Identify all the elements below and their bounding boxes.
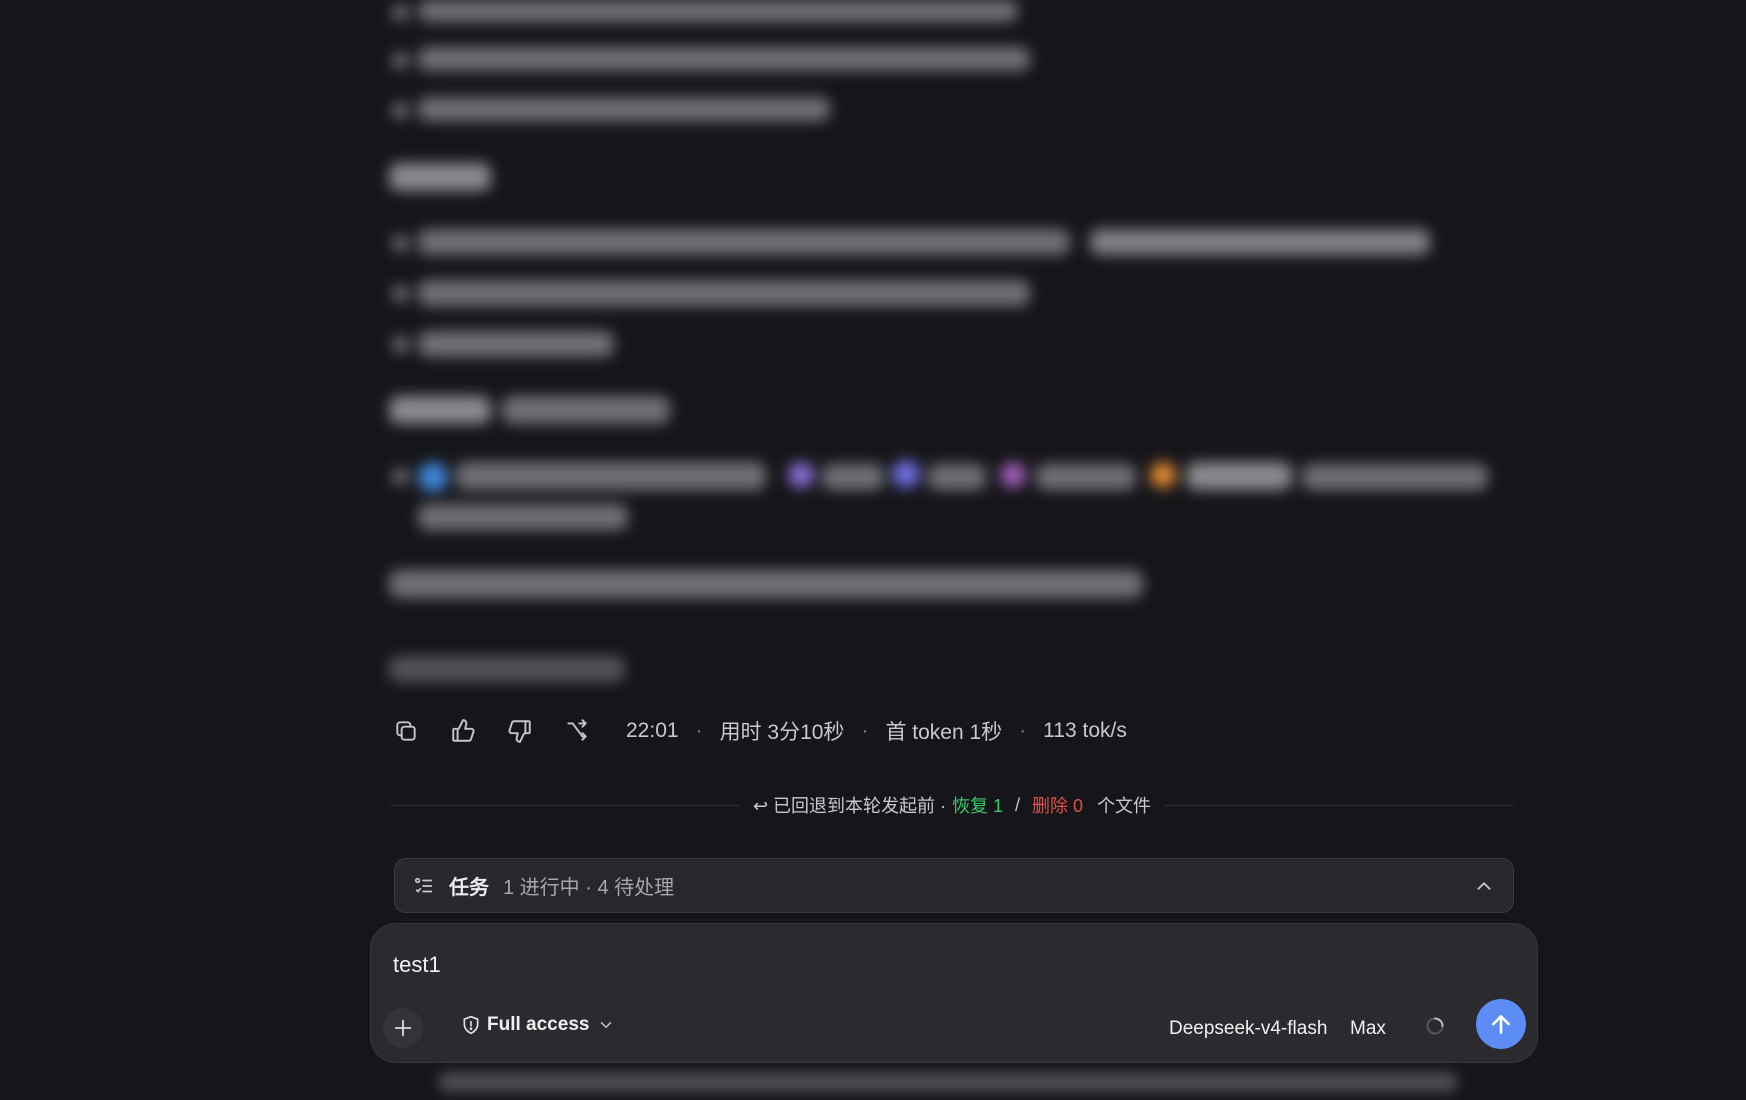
message-composer: test1 Full access Deepseek-v4-flash Max [370, 923, 1538, 1063]
stats-separator: · [695, 719, 703, 742]
first-token-time: 首 token 1秒 [885, 721, 1003, 744]
task-list-icon [414, 877, 433, 893]
branch-icon[interactable] [559, 713, 595, 749]
task-title: 任务 [449, 877, 489, 899]
message-input[interactable]: test1 [393, 952, 441, 978]
rollback-slash: / [1015, 794, 1021, 815]
divider [390, 804, 739, 806]
restore-count[interactable]: 恢复 1 [952, 792, 1003, 818]
message-action-bar: 22:01 · 用时 3分10秒 · 首 token 1秒 · 113 tok/… [388, 712, 1127, 750]
thumbs-up-icon[interactable] [445, 713, 481, 749]
chevron-down-icon [601, 1022, 612, 1029]
arrow-up-icon [1492, 1015, 1510, 1034]
delete-count[interactable]: 删除 0 [1032, 792, 1083, 818]
chevron-up-icon[interactable] [1473, 875, 1495, 897]
rollback-text: ↩ 已回退到本轮发起前 · [752, 796, 947, 816]
spinner-icon [1426, 1017, 1444, 1035]
plus-icon [394, 1019, 412, 1037]
thumbs-down-icon[interactable] [502, 713, 538, 749]
copy-icon[interactable] [388, 713, 424, 749]
effort-selector[interactable]: Max [1350, 1018, 1386, 1040]
message-time: 22:01 [626, 719, 679, 742]
blurred-message-content [0, 0, 1746, 682]
message-duration: 用时 3分10秒 [719, 721, 845, 744]
shield-icon [463, 1015, 479, 1035]
message-stats: 22:01 · 用时 3分10秒 · 首 token 1秒 · 113 tok/… [626, 716, 1127, 746]
divider [1165, 804, 1514, 806]
stats-separator: · [1019, 719, 1027, 742]
access-mode-select[interactable]: Full access [461, 1014, 621, 1036]
send-button[interactable] [1476, 999, 1526, 1049]
task-panel-header[interactable]: 任务 1 进行中 · 4 待处理 [394, 858, 1514, 913]
stats-separator: · [861, 719, 869, 742]
access-mode-label: Full access [487, 1014, 590, 1035]
blurred-footer [438, 1068, 1458, 1096]
token-speed: 113 tok/s [1043, 719, 1127, 742]
task-status: 1 进行中 · 4 待处理 [503, 877, 675, 899]
model-selector[interactable]: Deepseek-v4-flash [1169, 1018, 1327, 1040]
rollback-notice: ↩ 已回退到本轮发起前 · 恢复 1 / 删除 0 个文件 [390, 790, 1514, 820]
rollback-suffix: 个文件 [1097, 796, 1152, 816]
add-attachment-button[interactable] [383, 1008, 423, 1048]
